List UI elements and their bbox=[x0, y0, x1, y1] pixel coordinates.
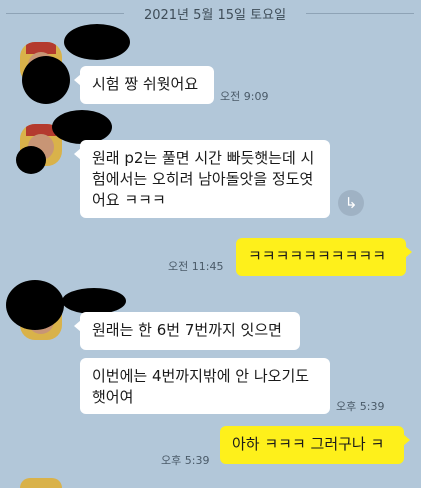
redaction-blob bbox=[22, 56, 70, 104]
my-message-bubble[interactable]: ㅋㅋㅋㅋㅋㅋㅋㅋㅋㅋ bbox=[236, 238, 412, 276]
message-bubble[interactable]: 이번에는 4번까지밖에 안 나오기도 햇어여 bbox=[80, 358, 330, 414]
message-time: 오전 11:45 bbox=[168, 260, 224, 273]
message-text: ㅋㅋㅋㅋㅋㅋㅋㅋㅋㅋ bbox=[248, 247, 387, 265]
message-time: 오전 9:09 bbox=[220, 90, 269, 103]
redaction-blob bbox=[16, 146, 46, 174]
message-text: 아하 ㅋㅋㅋ 그러구나 ㅋ bbox=[232, 435, 385, 453]
share-arrow-icon[interactable]: ↳ bbox=[338, 190, 364, 216]
divider-line-right bbox=[306, 13, 414, 14]
divider-line-left bbox=[6, 13, 124, 14]
sender-name-redaction bbox=[64, 24, 130, 60]
message-bubble[interactable]: 시험 짱 쉬웟어요 bbox=[74, 66, 214, 104]
message-time: 오후 5:39 bbox=[336, 400, 385, 413]
redaction-blob bbox=[6, 280, 64, 330]
message-bubble[interactable]: 원래 p2는 풀면 시간 빠듯햇는데 시험에서는 오히려 남아돌앗을 정도엿어요… bbox=[74, 140, 330, 218]
message-text: 원래는 한 6번 7번까지 잇으면 bbox=[92, 321, 282, 339]
message-text: 원래 p2는 풀면 시간 빠듯햇는데 시험에서는 오히려 남아돌앗을 정도엿어요… bbox=[92, 149, 315, 209]
message-bubble[interactable]: 원래는 한 6번 7번까지 잇으면 bbox=[74, 312, 300, 350]
sender-name-redaction bbox=[62, 288, 126, 314]
message-text: 시험 짱 쉬웟어요 bbox=[92, 75, 199, 93]
message-text: 이번에는 4번까지밖에 안 나오기도 햇어여 bbox=[92, 367, 310, 406]
message-time: 오후 5:39 bbox=[161, 454, 210, 467]
date-divider: 2021년 5월 15일 토요일 bbox=[0, 0, 421, 26]
my-message-bubble[interactable]: 아하 ㅋㅋㅋ 그러구나 ㅋ bbox=[220, 426, 410, 464]
sender-avatar[interactable] bbox=[20, 478, 62, 488]
sender-name-redaction bbox=[52, 110, 112, 144]
date-divider-label: 2021년 5월 15일 토요일 bbox=[143, 8, 287, 23]
